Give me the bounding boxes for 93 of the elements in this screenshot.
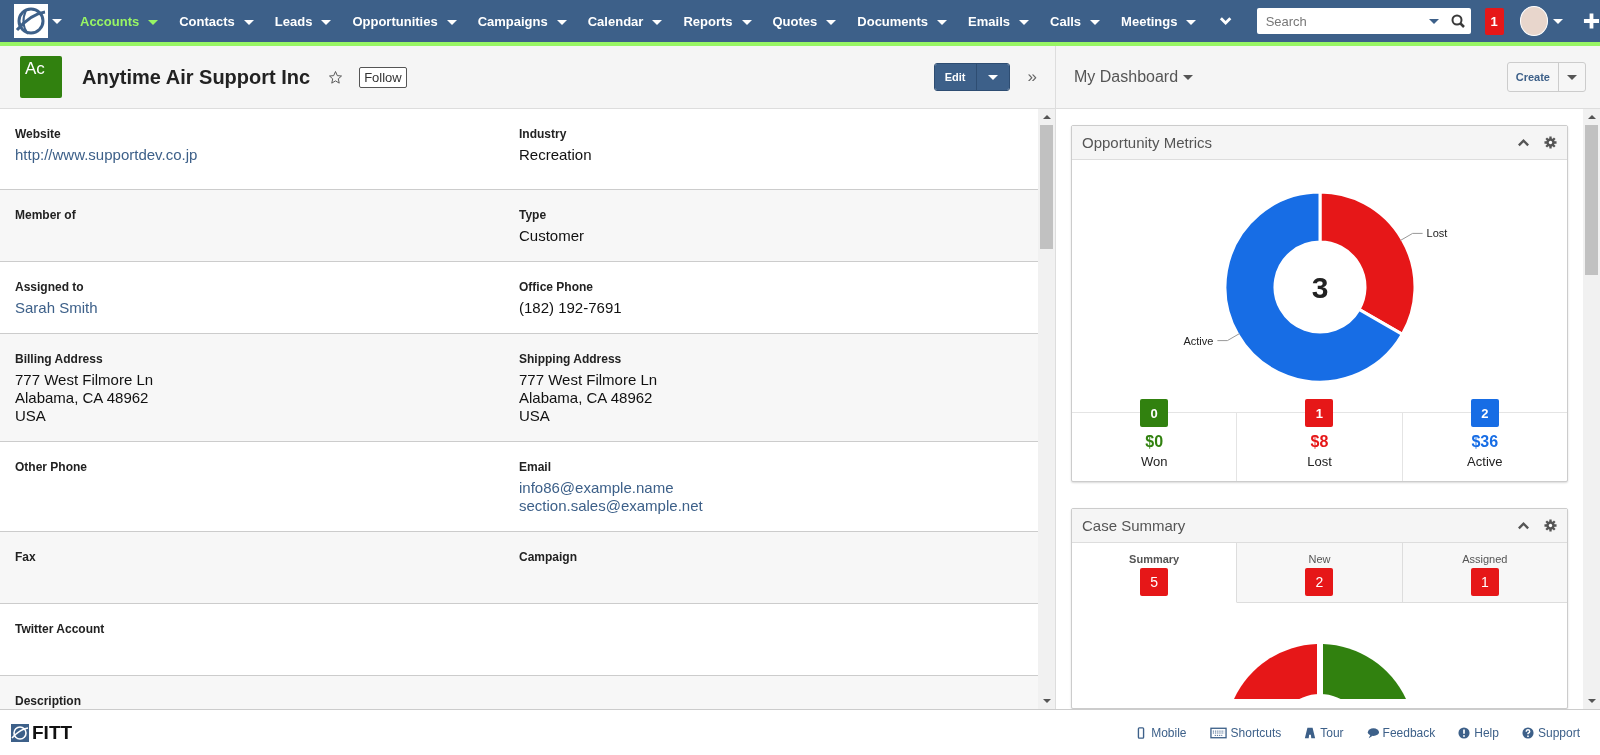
globe-logo-icon <box>11 723 29 742</box>
field-label: Industry <box>519 127 568 141</box>
count-badge: 2 <box>1470 399 1499 427</box>
speech-bubble-icon[interactable] <box>1366 726 1379 739</box>
star-icon[interactable] <box>328 69 344 85</box>
nav-tab[interactable]: Calls <box>1050 13 1101 29</box>
field-value: (182) 192-7691 <box>519 299 623 317</box>
slice-label: Active <box>1182 334 1213 347</box>
edit-menu-button[interactable] <box>976 64 1009 90</box>
count-badge: 0 <box>1140 399 1169 427</box>
edit-button[interactable]: Edit <box>934 64 977 90</box>
keyboard-icon[interactable] <box>1209 726 1227 739</box>
field-label: Campaign <box>519 550 578 564</box>
slice-label: Lost <box>1426 227 1447 240</box>
nav-tab[interactable]: Meetings <box>1121 13 1197 29</box>
record-avatar: Ac <box>20 56 62 98</box>
globe-logo-icon[interactable] <box>14 4 48 38</box>
case-tab[interactable]: Assigned 1 <box>1402 543 1567 603</box>
field-label: Fax <box>15 550 37 564</box>
follow-button[interactable]: Follow <box>359 66 407 88</box>
collapse-icon[interactable] <box>1517 519 1530 532</box>
nav-tab[interactable]: Calendar <box>587 13 663 29</box>
nav-tab[interactable]: Leads <box>274 13 332 29</box>
footer-link[interactable]: Support <box>1521 725 1580 740</box>
dashlet-title: Case Summary <box>1082 517 1186 534</box>
stat-label: Active <box>1467 454 1503 469</box>
field-link[interactable]: http://www.supportdev.co.jp <box>15 146 519 164</box>
chevron-down-icon[interactable] <box>1219 16 1233 26</box>
field-value: 777 West Filmore Ln <box>15 371 155 389</box>
nav-tab[interactable]: Campaigns <box>477 13 567 29</box>
count-badge: 1 <box>1305 399 1334 427</box>
exclamation-icon[interactable] <box>1458 726 1471 739</box>
search-field[interactable]: Search <box>1256 8 1471 34</box>
field-value: USA <box>519 407 551 425</box>
settings-icon[interactable] <box>1544 136 1557 149</box>
field-label: Website <box>15 127 62 141</box>
expand-button[interactable]: » <box>1027 67 1037 87</box>
field-label: Member of <box>15 208 77 222</box>
field-label: Description <box>15 694 82 708</box>
field-label: Type <box>519 208 548 222</box>
footer-logo-text: FITT <box>32 721 73 744</box>
stat-label: Lost <box>1307 454 1332 469</box>
stat-label: Won <box>1140 454 1168 469</box>
collapse-icon[interactable] <box>1517 136 1530 149</box>
field-label: Email <box>519 460 552 474</box>
search-icon[interactable] <box>1450 14 1465 28</box>
amount-value: $0 <box>1145 433 1164 451</box>
footer-link[interactable]: Help <box>1458 725 1499 740</box>
caret-icon[interactable] <box>1428 19 1439 24</box>
field-label: Assigned to <box>15 280 85 294</box>
nav-tab[interactable]: Reports <box>683 13 752 29</box>
field-label: Shipping Address <box>519 352 623 366</box>
scrollbar[interactable] <box>1583 109 1600 709</box>
nav-tab[interactable]: Emails <box>968 13 1029 29</box>
field-value: Alabama, CA 48962 <box>519 389 654 407</box>
avatar-icon[interactable] <box>1519 6 1548 36</box>
notification-badge[interactable]: 1 <box>1484 7 1504 35</box>
field-label: Billing Address <box>15 352 104 366</box>
scrollbar[interactable] <box>1038 109 1055 709</box>
nav-tab[interactable]: Quotes <box>772 13 837 29</box>
field-value: Customer <box>519 227 586 245</box>
nav-tab[interactable]: Contacts <box>179 13 254 29</box>
nav-tab[interactable]: Documents <box>857 13 948 29</box>
footer-link[interactable]: Shortcuts <box>1209 725 1282 740</box>
case-tab[interactable]: New 2 <box>1237 543 1403 603</box>
footer-link[interactable]: Tour <box>1304 725 1344 740</box>
road-icon[interactable] <box>1304 726 1317 739</box>
field-value: Alabama, CA 48962 <box>15 389 150 407</box>
footer-link[interactable]: Feedback <box>1366 725 1436 740</box>
donut-total: 3 <box>1311 271 1328 304</box>
field-link[interactable]: info86@example.name <box>519 479 1023 497</box>
plus-icon[interactable] <box>1583 12 1600 30</box>
field-label: Other Phone <box>15 460 88 474</box>
amount-value: $8 <box>1310 433 1329 451</box>
field-value: Recreation <box>519 146 593 164</box>
nav-tab[interactable]: Accounts <box>80 13 159 29</box>
amount-value: $36 <box>1471 433 1499 451</box>
field-link[interactable]: Sarah Smith <box>15 299 519 317</box>
case-tab[interactable]: Summary 5 <box>1072 543 1238 603</box>
dashboard-dropdown[interactable]: My Dashboard <box>1074 68 1193 86</box>
field-link[interactable]: section.sales@example.net <box>519 497 1023 515</box>
record-title: Anytime Air Support Inc <box>82 65 311 89</box>
help-icon[interactable] <box>1521 726 1534 739</box>
leader-line <box>1399 232 1423 241</box>
field-label: Office Phone <box>519 280 594 294</box>
settings-icon[interactable] <box>1544 519 1557 532</box>
footer-link[interactable]: Mobile <box>1135 725 1187 740</box>
field-label: Twitter Account <box>15 622 106 636</box>
field-value: USA <box>15 407 47 425</box>
leader-line <box>1216 333 1240 342</box>
nav-tab[interactable]: Opportunities <box>352 13 457 29</box>
dashlet-title: Opportunity Metrics <box>1082 134 1213 151</box>
field-value: 777 West Filmore Ln <box>519 371 659 389</box>
